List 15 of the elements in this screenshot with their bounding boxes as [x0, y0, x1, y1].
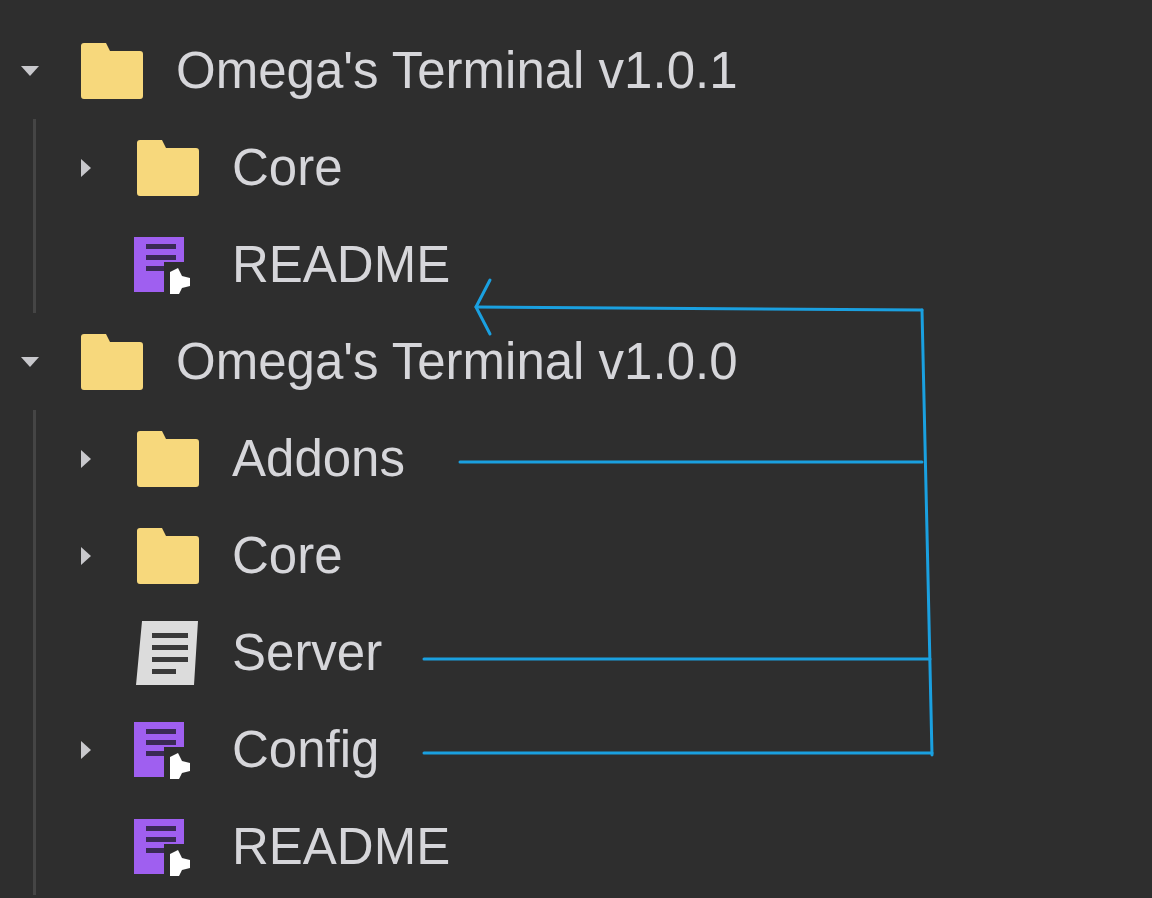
tree-item-label[interactable]: Config	[232, 720, 380, 779]
tree-item-label[interactable]: Server	[232, 623, 383, 682]
folder-icon	[134, 138, 200, 197]
folder-icon	[134, 429, 200, 488]
tree-item-label[interactable]: Core	[232, 526, 343, 585]
folder-icon	[134, 526, 200, 585]
tree-item-label[interactable]: README	[232, 817, 451, 876]
folder-icon	[78, 41, 144, 100]
tree-item-label[interactable]: Omega's Terminal v1.0.1	[176, 41, 738, 100]
tree-item-label[interactable]: Omega's Terminal v1.0.0	[176, 332, 738, 391]
tree-item-label[interactable]: Core	[232, 138, 343, 197]
tree-item-label[interactable]: README	[232, 235, 451, 294]
folder-icon	[78, 332, 144, 391]
tree-item-label[interactable]: Addons	[232, 429, 405, 488]
script-icon	[134, 618, 200, 687]
